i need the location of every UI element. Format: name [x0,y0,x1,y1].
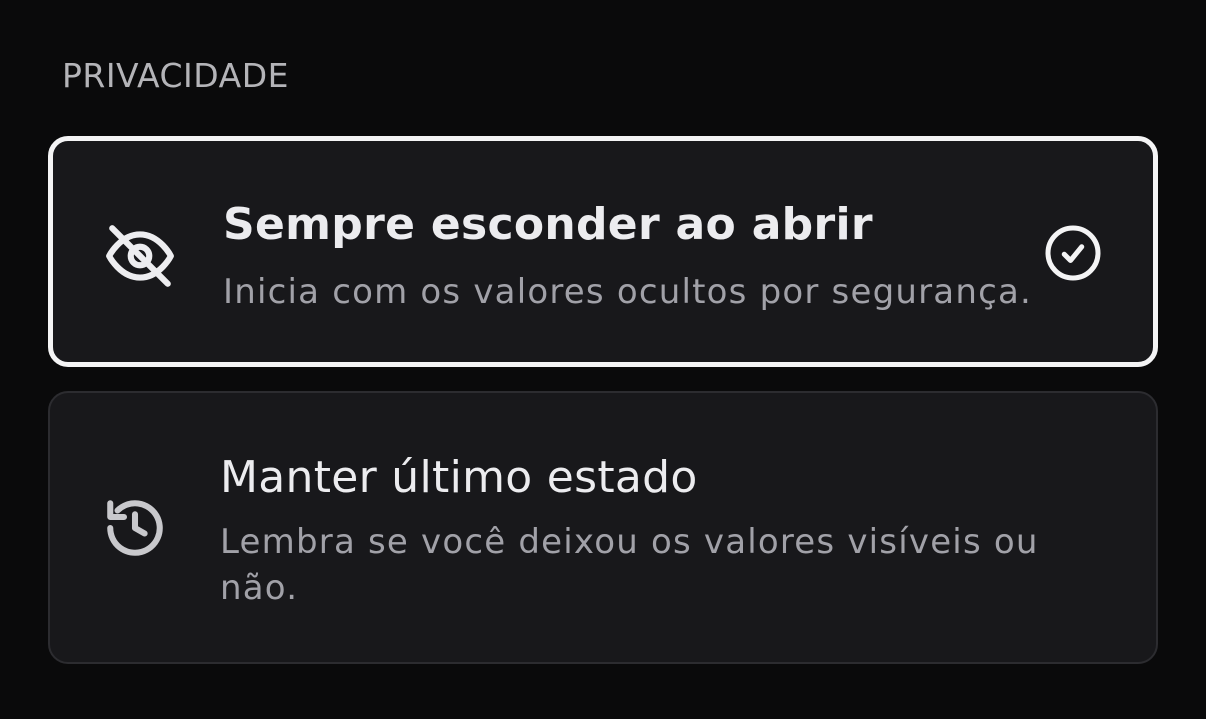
history-icon [102,495,168,561]
option-description: Inicia com os valores ocultos por segura… [223,272,1033,312]
option-description: Lembra se você deixou os valores visívei… [220,522,1039,608]
privacy-settings-screen: PRIVACIDADE Sempre esconder ao abrir Ini… [0,0,1206,719]
section-title: PRIVACIDADE [62,56,289,95]
option-always-hide[interactable]: Sempre esconder ao abrir Inicia com os v… [48,136,1158,367]
option-keep-last-state[interactable]: Manter último estado Lembra se você deix… [48,391,1158,664]
check-circle-icon [1043,223,1103,283]
option-title: Sempre esconder ao abrir [223,199,873,250]
option-title: Manter último estado [220,452,698,503]
eye-off-icon [103,219,177,293]
